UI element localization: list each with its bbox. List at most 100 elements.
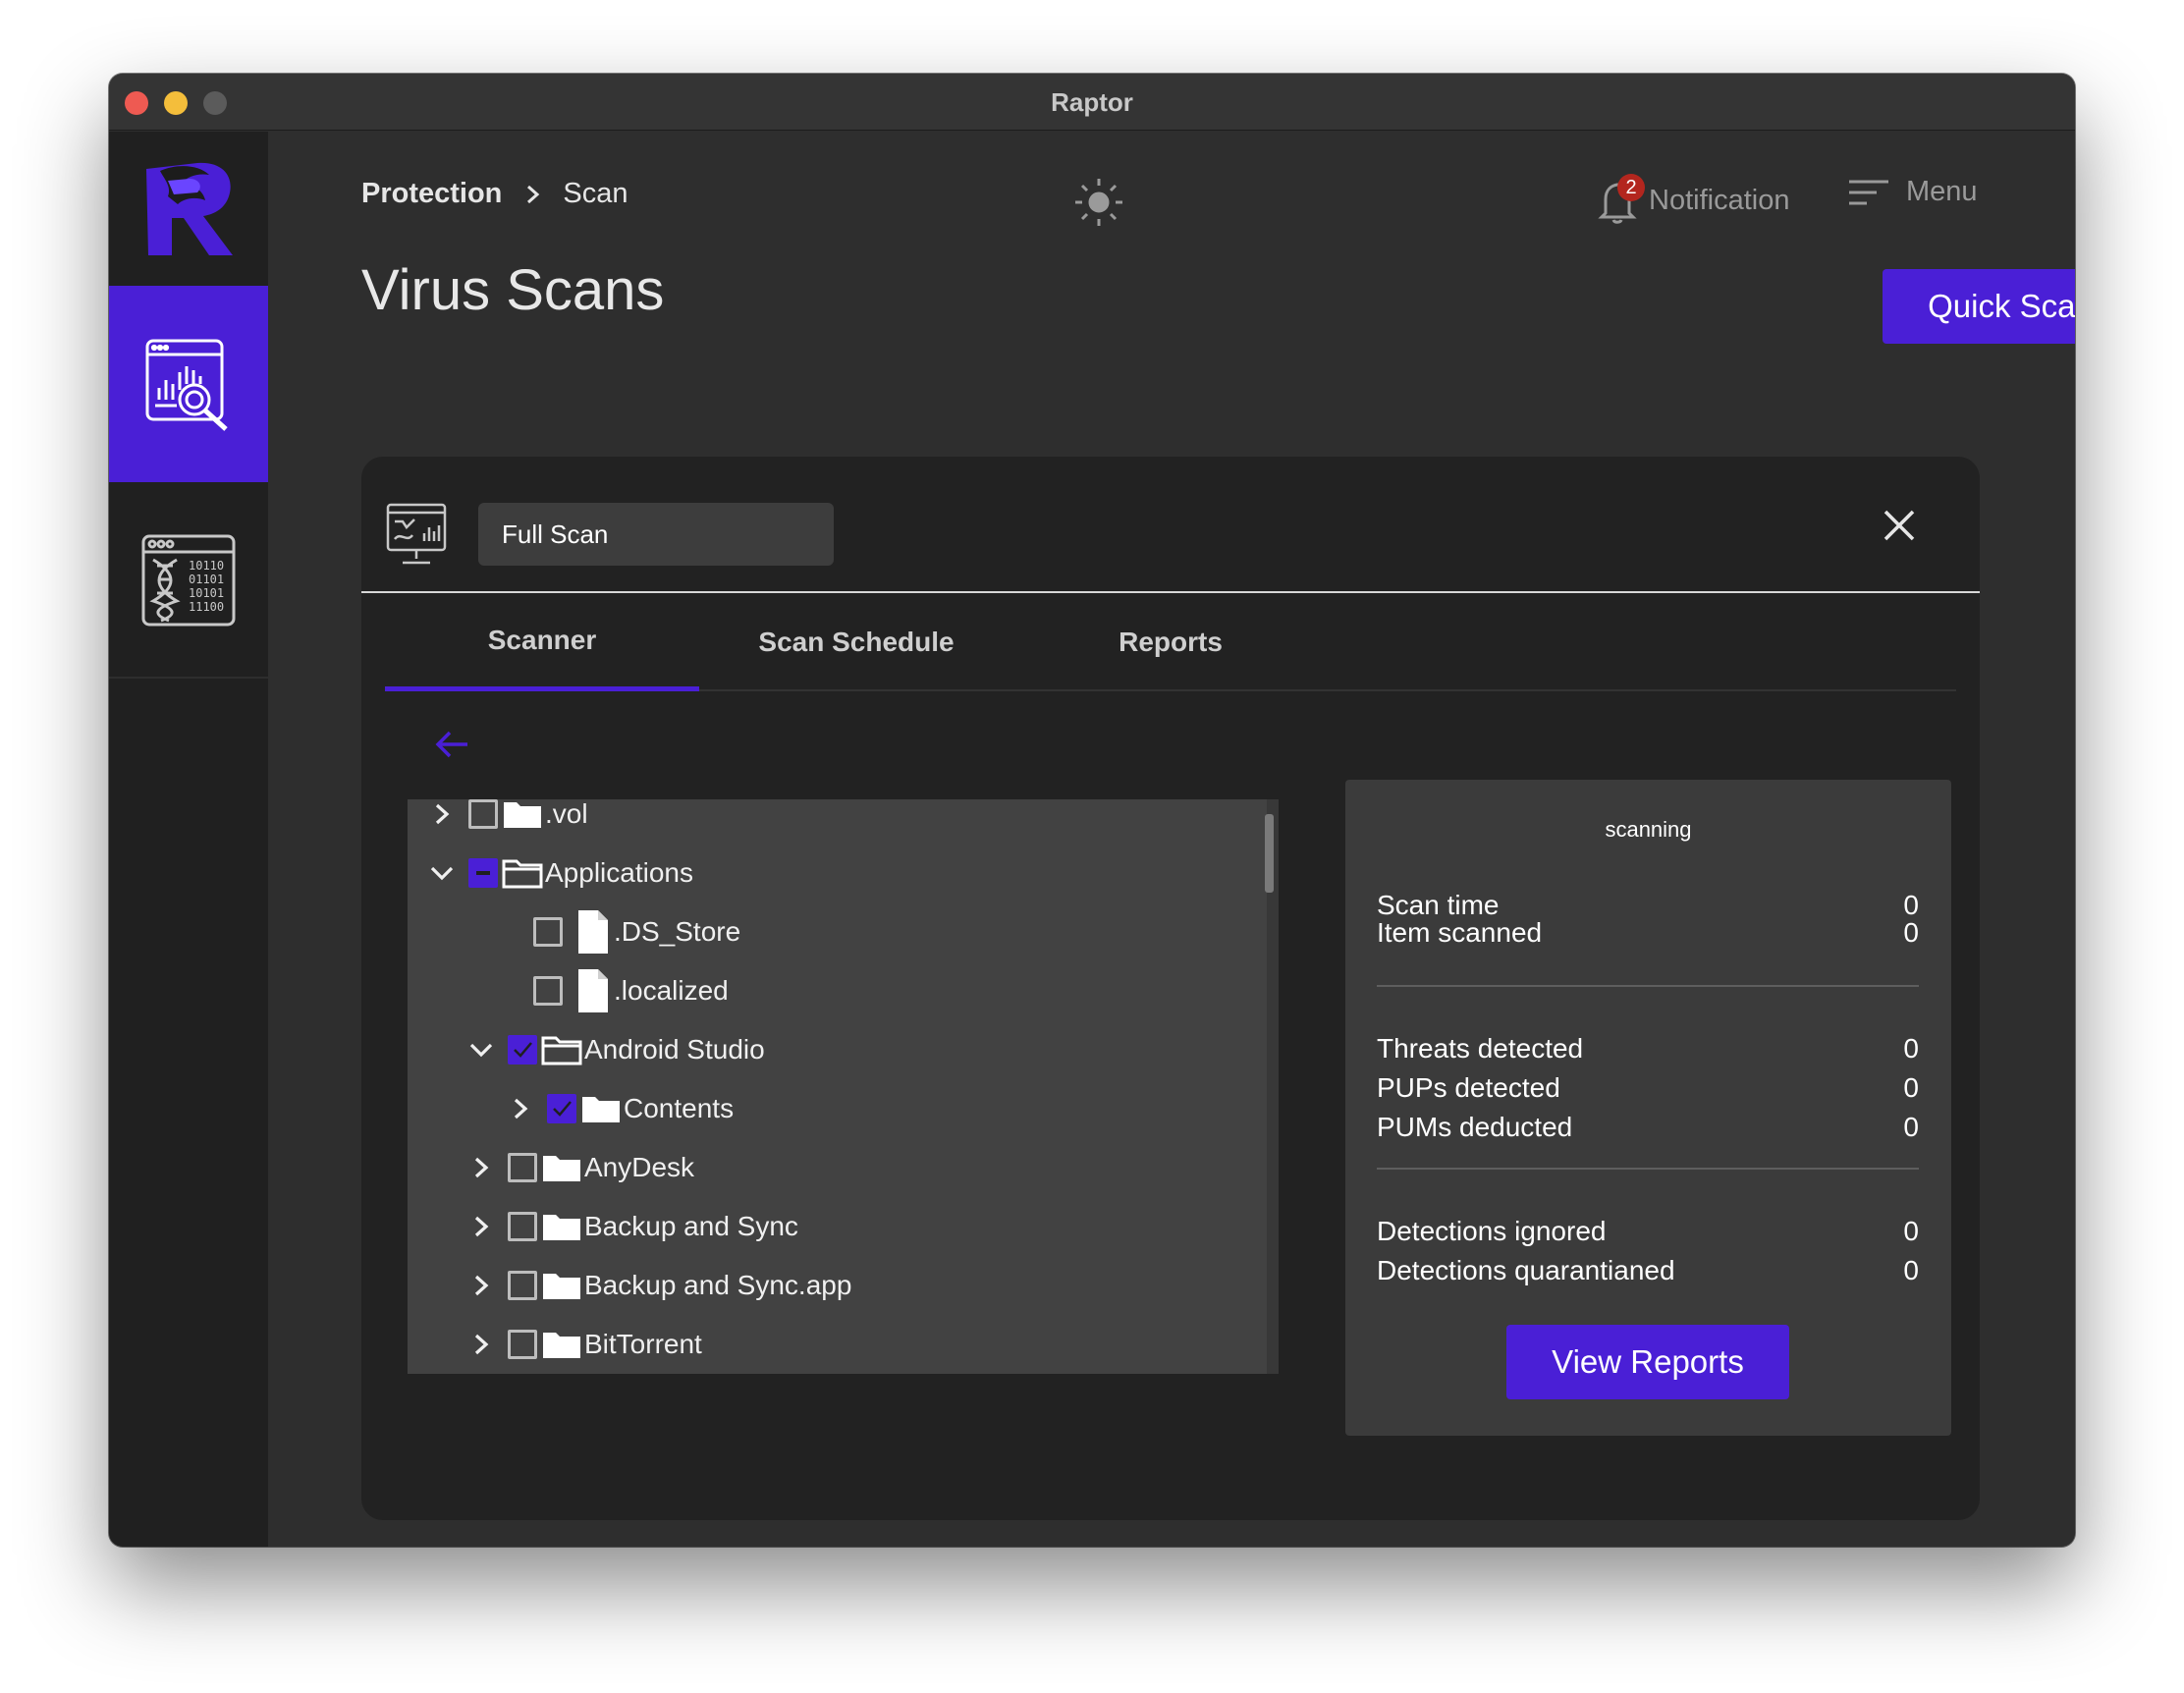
tree-item-checkbox[interactable] bbox=[533, 976, 563, 1006]
close-icon bbox=[1884, 510, 1915, 541]
chevron-down-icon[interactable] bbox=[468, 1037, 494, 1063]
tree-item-label: .vol bbox=[545, 799, 588, 829]
file-icon bbox=[574, 967, 612, 1014]
stat-value: 0 bbox=[1903, 1033, 1919, 1064]
tree-item[interactable]: .vol bbox=[429, 799, 588, 844]
sun-icon bbox=[1075, 179, 1122, 226]
chevron-right-icon[interactable] bbox=[468, 1273, 494, 1298]
svg-text:10110: 10110 bbox=[189, 559, 224, 573]
stats-divider bbox=[1377, 985, 1919, 987]
tree-item[interactable]: Contents bbox=[508, 1079, 734, 1138]
tree-item-label: .DS_Store bbox=[614, 916, 741, 947]
app-window: Raptor 10110 01101 10101 11100 Protectio… bbox=[109, 74, 2075, 1547]
svg-text:10101: 10101 bbox=[189, 586, 224, 600]
tree-item-checkbox[interactable] bbox=[508, 1035, 537, 1065]
stat-label: PUPs detected bbox=[1377, 1072, 1560, 1103]
chevron-right-icon[interactable] bbox=[429, 801, 455, 827]
menu-button[interactable]: Menu bbox=[1849, 176, 1978, 208]
tree-item-checkbox[interactable] bbox=[468, 858, 498, 888]
svg-text:11100: 11100 bbox=[189, 600, 224, 614]
scan-card-header: Full Scan bbox=[361, 457, 1980, 593]
chevron-right-icon[interactable] bbox=[468, 1214, 494, 1239]
notification-label: Notification bbox=[1649, 184, 1790, 216]
tree-item[interactable]: AnyDesk bbox=[468, 1138, 694, 1197]
tree-item-label: BitTorrent bbox=[584, 1329, 702, 1359]
tree-item[interactable]: Applications bbox=[429, 844, 693, 902]
stat-label: PUMs deducted bbox=[1377, 1112, 1573, 1142]
svg-text:01101: 01101 bbox=[189, 573, 224, 586]
notification-button[interactable]: 2 Notification bbox=[1598, 174, 1790, 225]
tree-item[interactable]: Backup and Sync bbox=[468, 1197, 798, 1256]
breadcrumb-protection[interactable]: Protection bbox=[361, 178, 502, 210]
folder-icon bbox=[541, 1152, 582, 1183]
tree-item-checkbox[interactable] bbox=[547, 1094, 576, 1123]
sidebar: 10110 01101 10101 11100 bbox=[109, 132, 268, 1547]
stat-label: Detections ignored bbox=[1377, 1216, 1607, 1246]
window-title: Raptor bbox=[1051, 87, 1133, 117]
quick-scan-button[interactable]: Quick Scan bbox=[1883, 269, 2075, 344]
tree-item-checkbox[interactable] bbox=[468, 799, 498, 829]
chevron-down-icon[interactable] bbox=[429, 860, 455, 886]
sidebar-item-scans[interactable] bbox=[109, 286, 268, 482]
notification-badge: 2 bbox=[1617, 174, 1645, 201]
stat-value: 0 bbox=[1903, 1216, 1919, 1246]
stat-row: Threats detected 0 bbox=[1377, 1033, 1919, 1065]
monitor-scan-icon bbox=[385, 502, 448, 567]
tab-scanner[interactable]: Scanner bbox=[385, 593, 699, 691]
tree-item-checkbox[interactable] bbox=[533, 917, 563, 947]
chevron-right-icon[interactable] bbox=[468, 1332, 494, 1357]
tree-item-label: Android Studio bbox=[584, 1034, 765, 1065]
tree-item[interactable]: .DS_Store bbox=[468, 902, 740, 961]
main-content: Protection Scan 2 Notification Menu Viru… bbox=[268, 132, 2075, 1547]
breadcrumb: Protection Scan bbox=[361, 178, 628, 210]
scan-tabs: Scanner Scan Schedule Reports bbox=[385, 593, 1956, 691]
stat-label: Threats detected bbox=[1377, 1033, 1584, 1064]
stat-row: PUMs deducted 0 bbox=[1377, 1112, 1919, 1143]
chevron-right-icon[interactable] bbox=[508, 1096, 533, 1121]
close-scan-button[interactable] bbox=[1882, 508, 1917, 543]
scan-card: Full Scan Scanner Scan Schedule Reports bbox=[361, 457, 1980, 1520]
folder-icon bbox=[580, 1093, 622, 1124]
scan-report-icon bbox=[145, 339, 228, 431]
file-tree: .vol Applications .DS_Store .localized Andro… bbox=[408, 799, 1279, 1374]
tree-item-checkbox[interactable] bbox=[508, 1271, 537, 1300]
tree-item[interactable]: Backup and Sync.app bbox=[468, 1256, 851, 1315]
breadcrumb-scan: Scan bbox=[563, 178, 628, 209]
stat-row: Detections quarantianed 0 bbox=[1377, 1255, 1919, 1286]
tree-item-label: Contents bbox=[624, 1093, 735, 1123]
theme-toggle[interactable] bbox=[1073, 177, 1124, 228]
page-title: Virus Scans bbox=[361, 258, 665, 322]
stat-value: 0 bbox=[1903, 1112, 1919, 1142]
tree-item-label: .localized bbox=[614, 975, 729, 1006]
folder-open-icon bbox=[541, 1034, 582, 1065]
stat-value: 0 bbox=[1903, 1255, 1919, 1285]
back-button[interactable] bbox=[432, 725, 471, 764]
tree-item-checkbox[interactable] bbox=[508, 1153, 537, 1182]
stat-row: Item scanned 0 bbox=[1377, 917, 1919, 949]
tree-item[interactable]: Android Studio bbox=[468, 1020, 765, 1079]
folder-icon bbox=[541, 1270, 582, 1301]
raptor-logo-icon bbox=[138, 157, 239, 259]
scan-name-field[interactable]: Full Scan bbox=[478, 503, 834, 566]
stat-value: 0 bbox=[1903, 1072, 1919, 1103]
chevron-right-icon[interactable] bbox=[468, 1155, 494, 1180]
tree-scrollbar-thumb[interactable] bbox=[1265, 814, 1274, 893]
menu-label: Menu bbox=[1906, 176, 1978, 207]
tree-item-checkbox[interactable] bbox=[508, 1212, 537, 1241]
arrow-left-icon bbox=[435, 731, 467, 758]
tree-item-checkbox[interactable] bbox=[508, 1330, 537, 1359]
tree-item[interactable]: BitTorrent bbox=[468, 1315, 702, 1374]
stat-label: Detections quarantianed bbox=[1377, 1255, 1675, 1285]
tab-scan-schedule[interactable]: Scan Schedule bbox=[699, 593, 1013, 691]
stat-value: 0 bbox=[1903, 917, 1919, 948]
sidebar-item-signatures[interactable]: 10110 01101 10101 11100 bbox=[109, 482, 268, 679]
view-reports-button[interactable]: View Reports bbox=[1506, 1325, 1789, 1399]
folder-open-icon bbox=[502, 857, 543, 889]
scan-status: scanning bbox=[1605, 817, 1692, 842]
scan-stats-panel: scanning Scan time 0 Item scanned 0 Thre… bbox=[1345, 780, 1951, 1436]
tab-reports[interactable]: Reports bbox=[1013, 593, 1328, 691]
title-bar: Raptor bbox=[109, 74, 2075, 131]
tree-item[interactable]: .localized bbox=[468, 961, 729, 1020]
